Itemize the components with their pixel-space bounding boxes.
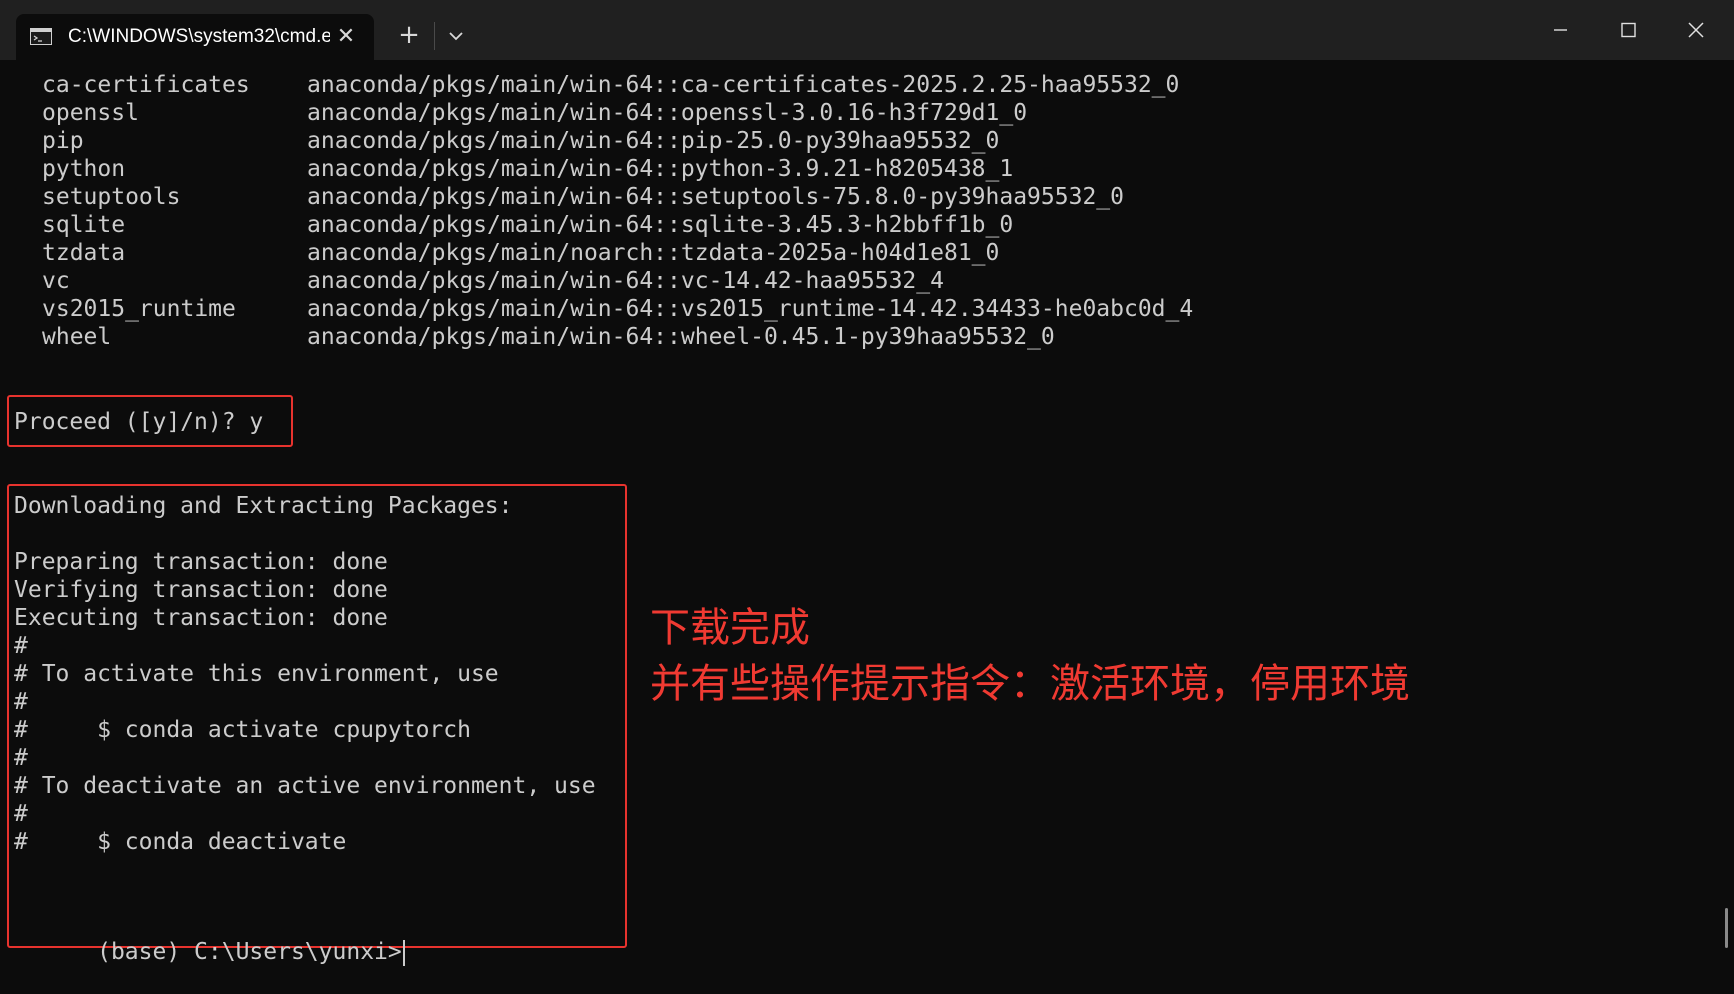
package-row: tzdata anaconda/pkgs/main/noarch::tzdata-… (42, 239, 999, 267)
divider (434, 22, 435, 50)
package-row: vs2015_runtime anaconda/pkgs/main/win-64:… (42, 295, 1193, 323)
package-source: anaconda/pkgs/main/win-64::setuptools-75… (307, 184, 1124, 210)
package-source: anaconda/pkgs/main/win-64::vs2015_runtim… (307, 296, 1194, 322)
output-line: Verifying transaction: done (14, 577, 388, 603)
package-source: anaconda/pkgs/main/win-64::openssl-3.0.1… (307, 100, 1028, 126)
close-window-button[interactable] (1672, 10, 1720, 50)
terminal-output[interactable]: ca-certificates anaconda/pkgs/main/win-64… (0, 60, 1718, 983)
package-name: setuptools (42, 184, 181, 210)
package-name: python (42, 156, 126, 182)
output-line: Executing transaction: done (14, 605, 388, 631)
package-name: openssl (42, 100, 139, 126)
tab-cmd[interactable]: C:\WINDOWS\system32\cmd.exe ✕ (16, 14, 374, 60)
package-name: vs2015_runtime (42, 296, 236, 322)
package-row: sqlite anaconda/pkgs/main/win-64::sqlite-… (42, 211, 1013, 239)
proceed-prompt: Proceed ([y]/n)? y (14, 409, 264, 435)
text-cursor (402, 939, 405, 966)
package-row: pip anaconda/pkgs/main/win-64::pip-25.0-p… (42, 127, 999, 155)
output-line: Preparing transaction: done (14, 549, 388, 575)
close-tab-icon[interactable]: ✕ (332, 23, 360, 51)
scrollbar[interactable] (1718, 60, 1734, 983)
annotation-line-1: 下载完成 (650, 605, 810, 651)
annotation-line-2: 并有些操作提示指令：激活环境，停用环境 (650, 661, 1410, 707)
terminal-window: C:\WINDOWS\system32\cmd.exe ✕ + ca-certi… (0, 0, 1734, 983)
package-name: sqlite (42, 212, 126, 238)
package-source: anaconda/pkgs/main/win-64::sqlite-3.45.3… (307, 212, 1014, 238)
package-row: openssl anaconda/pkgs/main/win-64::openss… (42, 99, 1027, 127)
output-line: # (14, 745, 28, 771)
package-name: pip (42, 128, 84, 154)
output-line: # (14, 801, 28, 827)
package-source: anaconda/pkgs/main/win-64::wheel-0.45.1-… (307, 324, 1055, 350)
tab-title: C:\WINDOWS\system32\cmd.exe (68, 26, 330, 47)
package-row: python anaconda/pkgs/main/win-64::python-… (42, 155, 1013, 183)
output-line: # $ conda activate cpupytorch (14, 717, 471, 743)
package-source: anaconda/pkgs/main/win-64::pip-25.0-py39… (307, 128, 1000, 154)
package-source: anaconda/pkgs/main/win-64::vc-14.42-haa9… (307, 268, 944, 294)
minimize-button[interactable] (1536, 10, 1584, 50)
package-row: ca-certificates anaconda/pkgs/main/win-64… (42, 71, 1179, 99)
package-name: tzdata (42, 240, 126, 266)
package-row: wheel anaconda/pkgs/main/win-64::wheel-0.… (42, 323, 1055, 351)
package-row: vc anaconda/pkgs/main/win-64::vc-14.42-ha… (42, 267, 944, 295)
command-prompt-line[interactable]: (base) C:\Users\yunxi> (14, 910, 405, 966)
package-name: wheel (42, 324, 112, 350)
package-source: anaconda/pkgs/main/noarch::tzdata-2025a-… (307, 240, 1000, 266)
output-line: # $ conda deactivate (14, 829, 347, 855)
output-line: # (14, 633, 28, 659)
maximize-button[interactable] (1604, 10, 1652, 50)
package-row: setuptools anaconda/pkgs/main/win-64::set… (42, 183, 1124, 211)
cmd-icon (30, 28, 52, 45)
package-source: anaconda/pkgs/main/win-64::ca-certificat… (307, 72, 1180, 98)
package-name: vc (42, 268, 70, 294)
output-line: # To activate this environment, use (14, 661, 499, 687)
scrollbar-thumb[interactable] (1725, 908, 1728, 948)
package-name: ca-certificates (42, 72, 250, 98)
output-line: Downloading and Extracting Packages: (14, 493, 513, 519)
package-source: anaconda/pkgs/main/win-64::python-3.9.21… (307, 156, 1014, 182)
command-prompt: (base) C:\Users\yunxi> (97, 939, 402, 965)
output-line: # To deactivate an active environment, u… (14, 773, 596, 799)
chevron-down-icon[interactable] (440, 20, 472, 52)
new-tab-button[interactable]: + (390, 20, 428, 52)
output-line: # (14, 689, 28, 715)
title-bar[interactable]: C:\WINDOWS\system32\cmd.exe ✕ + (0, 0, 1734, 60)
